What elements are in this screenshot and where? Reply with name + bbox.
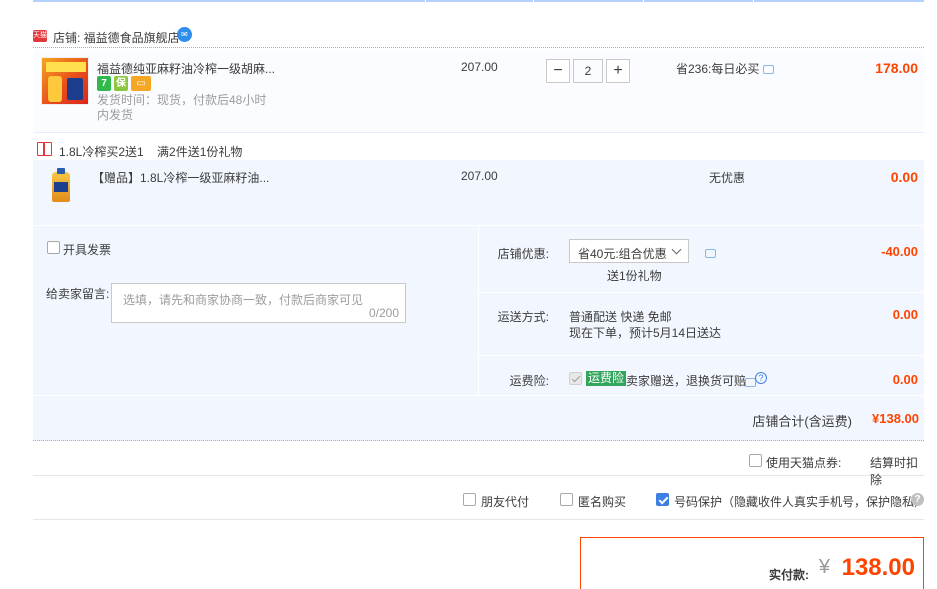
gift-icon: [37, 142, 52, 156]
shop-header: 天猫 店铺: 福益德食品旗舰店 ✉: [33, 26, 924, 46]
freight-insurance-row: 运费险: 运费险 卖家赠送，退换货可赔 ? 0.00: [479, 355, 924, 395]
gift-product-thumbnail[interactable]: [47, 168, 73, 202]
order-extra-options: 朋友代付 匿名购买 号码保护（隐藏收件人真实手机号，保护隐私） ?: [33, 482, 926, 520]
unit-price: 207.00: [461, 169, 498, 183]
item-promotion: 无优惠: [709, 171, 746, 185]
divider: [33, 47, 924, 48]
delivery-row: 运送方式: 普通配送 快递 免邮 现在下单，预计5月14日送达 0.00: [479, 292, 924, 354]
item-subtotal: 178.00: [875, 60, 918, 76]
message-char-count: 0/200: [368, 306, 399, 320]
payment-label: 实付款:: [769, 568, 809, 582]
shop-discount-selected: 省40元:组合优惠: [578, 247, 667, 261]
product-title-link[interactable]: 福益德纯亚麻籽油冷榨一级胡麻...: [97, 60, 275, 77]
shop-total-value: ¥138.00: [872, 411, 919, 426]
payment-value: 138.00: [841, 554, 915, 581]
tmall-badge-icon: 天猫: [33, 30, 47, 42]
friend-pay-label[interactable]: 朋友代付: [481, 493, 529, 510]
insurance-label: 运费险:: [509, 374, 549, 388]
invoice-checkbox[interactable]: [47, 241, 60, 254]
seller-message-input[interactable]: 选填，请先和商家协商一致，付款后商家可见 0/200: [111, 283, 406, 323]
friend-pay-checkbox[interactable]: [463, 493, 476, 506]
delivery-value: 0.00: [892, 307, 918, 322]
order-item-row: 福益德纯亚麻籽油冷榨一级胡麻... 7 保 ▭ 发货时间：现货，付款后48小时内…: [33, 49, 924, 132]
shop-total-label: 店铺合计(含运费): [752, 414, 852, 429]
guarantee-icon[interactable]: 保: [114, 76, 128, 91]
invoice-label[interactable]: 开具发票: [63, 241, 111, 258]
payment-currency: ¥: [818, 556, 830, 578]
shipping-time: 发货时间：现货，付款后48小时内发货: [97, 93, 267, 122]
insurance-value: 0.00: [892, 372, 918, 387]
payment-summary: 实付款: ¥ 138.00: [580, 537, 924, 589]
message-placeholder: 选填，请先和商家协商一致，付款后商家可见: [123, 293, 364, 307]
qty-minus-button[interactable]: −: [546, 59, 570, 83]
anonymous-checkbox[interactable]: [560, 493, 573, 506]
help-icon[interactable]: ?: [755, 372, 767, 384]
unit-price: 207.00: [461, 60, 498, 74]
credit-card-icon[interactable]: ▭: [131, 76, 151, 91]
divider: [33, 132, 924, 133]
anonymous-label[interactable]: 匿名购买: [578, 493, 626, 510]
product-thumbnail[interactable]: [41, 57, 89, 105]
insurance-text: 卖家赠送，退换货可赔: [626, 374, 747, 388]
wangwang-chat-icon[interactable]: ✉: [177, 27, 192, 42]
coupon-label[interactable]: 使用天猫点券:: [766, 454, 841, 471]
insurance-badge: 运费险: [586, 371, 627, 386]
7day-return-icon[interactable]: 7: [97, 76, 111, 91]
qty-plus-button[interactable]: +: [606, 59, 630, 83]
comment-icon[interactable]: [763, 65, 775, 75]
shop-discount-note: 送1份礼物: [607, 269, 662, 283]
number-protection-checkbox[interactable]: [656, 493, 669, 506]
delivery-method: 普通配送 快递 免邮: [569, 310, 672, 324]
qty-input[interactable]: 2: [573, 59, 603, 83]
shop-discount-select[interactable]: 省40元:组合优惠: [569, 239, 689, 263]
order-options-panel: 开具发票 给卖家留言: 选填，请先和商家协商一致，付款后商家可见 0/200 店…: [33, 226, 924, 395]
insurance-checkbox: [569, 372, 582, 385]
coupon-row: 使用天猫点券: 结算时扣除: [33, 448, 924, 487]
gift-promo-text: 1.8L冷榨买2送1 满2件送1份礼物: [59, 145, 243, 159]
shop-name[interactable]: 店铺: 福益德食品旗舰店: [53, 29, 180, 46]
table-header-line: [33, 0, 924, 2]
promotion-text: 省236:每日必买: [676, 62, 760, 76]
shop-discount-value: -40.00: [881, 244, 918, 259]
delivery-label: 运送方式:: [497, 310, 549, 324]
shop-total-row: 店铺合计(含运费) ¥138.00: [33, 396, 924, 441]
chevron-down-icon: [671, 244, 682, 255]
delivery-eta: 现在下单，预计5月14日送达: [569, 326, 722, 340]
shop-discount-row: 店铺优惠: 省40元:组合优惠 送1份礼物 -40.00: [479, 226, 924, 291]
help-icon[interactable]: ?: [911, 493, 924, 506]
comment-icon[interactable]: [705, 249, 716, 259]
item-subtotal: 0.00: [890, 169, 918, 185]
tmall-coupon-checkbox[interactable]: [749, 454, 762, 467]
shop-discount-label: 店铺优惠:: [497, 247, 549, 261]
item-promotion: 省236:每日必买: [676, 60, 775, 77]
message-label: 给卖家留言:: [46, 287, 110, 301]
order-item-row: 【赠品】1.8L冷榨一级亚麻籽油... 207.00 无优惠 0.00: [33, 160, 924, 225]
number-protection-label[interactable]: 号码保护（隐藏收件人真实手机号，保护隐私）: [674, 493, 926, 510]
gift-product-title-link[interactable]: 【赠品】1.8L冷榨一级亚麻籽油...: [92, 169, 269, 186]
